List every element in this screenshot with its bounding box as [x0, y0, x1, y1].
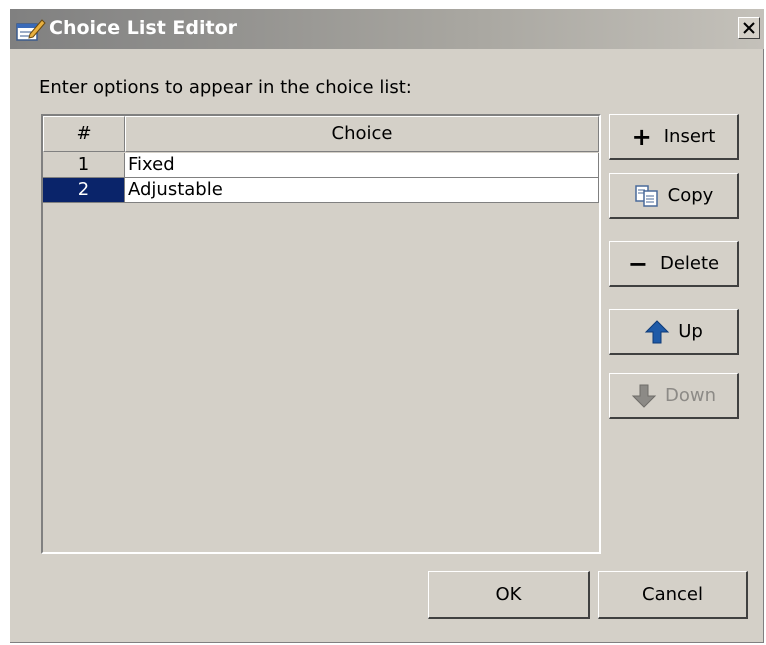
arrow-up-icon — [644, 319, 670, 344]
copy-label: Copy — [667, 185, 714, 206]
cancel-label: Cancel — [642, 584, 703, 605]
ok-button[interactable]: OK — [428, 571, 590, 619]
column-header-choice[interactable]: Choice — [125, 116, 599, 152]
editor-icon — [16, 16, 46, 42]
table-header: # Choice — [43, 116, 599, 152]
table-row[interactable]: 1 Fixed — [43, 153, 599, 178]
delete-label: Delete — [659, 253, 720, 274]
column-header-number[interactable]: # — [43, 116, 125, 152]
arrow-down-icon — [631, 384, 657, 408]
up-label: Up — [678, 321, 703, 342]
copy-icon — [634, 184, 660, 208]
cancel-button[interactable]: Cancel — [598, 571, 748, 619]
choice-table[interactable]: # Choice 1 Fixed 2 Adjustable — [41, 114, 601, 554]
minus-icon: − — [627, 249, 648, 278]
copy-button[interactable]: Copy — [609, 173, 739, 219]
title-bar[interactable]: Choice List Editor — [10, 9, 764, 49]
window-title: Choice List Editor — [49, 17, 238, 39]
plus-icon: + — [631, 122, 652, 151]
insert-label: Insert — [663, 126, 716, 147]
row-number-cell[interactable]: 1 — [43, 153, 125, 178]
choice-list-editor-dialog: Choice List Editor Enter options to appe… — [10, 9, 764, 643]
insert-button[interactable]: + Insert — [609, 114, 739, 160]
close-icon — [743, 22, 755, 34]
ok-label: OK — [495, 584, 522, 605]
move-down-button[interactable]: Down — [609, 373, 739, 419]
row-number-cell-selected[interactable]: 2 — [43, 178, 125, 203]
close-button[interactable] — [738, 17, 760, 39]
choice-cell[interactable]: Adjustable — [125, 178, 599, 203]
choice-cell[interactable]: Fixed — [125, 153, 599, 178]
table-row[interactable]: 2 Adjustable — [43, 178, 599, 203]
delete-button[interactable]: − Delete — [609, 241, 739, 287]
move-up-button[interactable]: Up — [609, 309, 739, 355]
instruction-label: Enter options to appear in the choice li… — [39, 77, 412, 98]
down-label: Down — [664, 385, 716, 406]
